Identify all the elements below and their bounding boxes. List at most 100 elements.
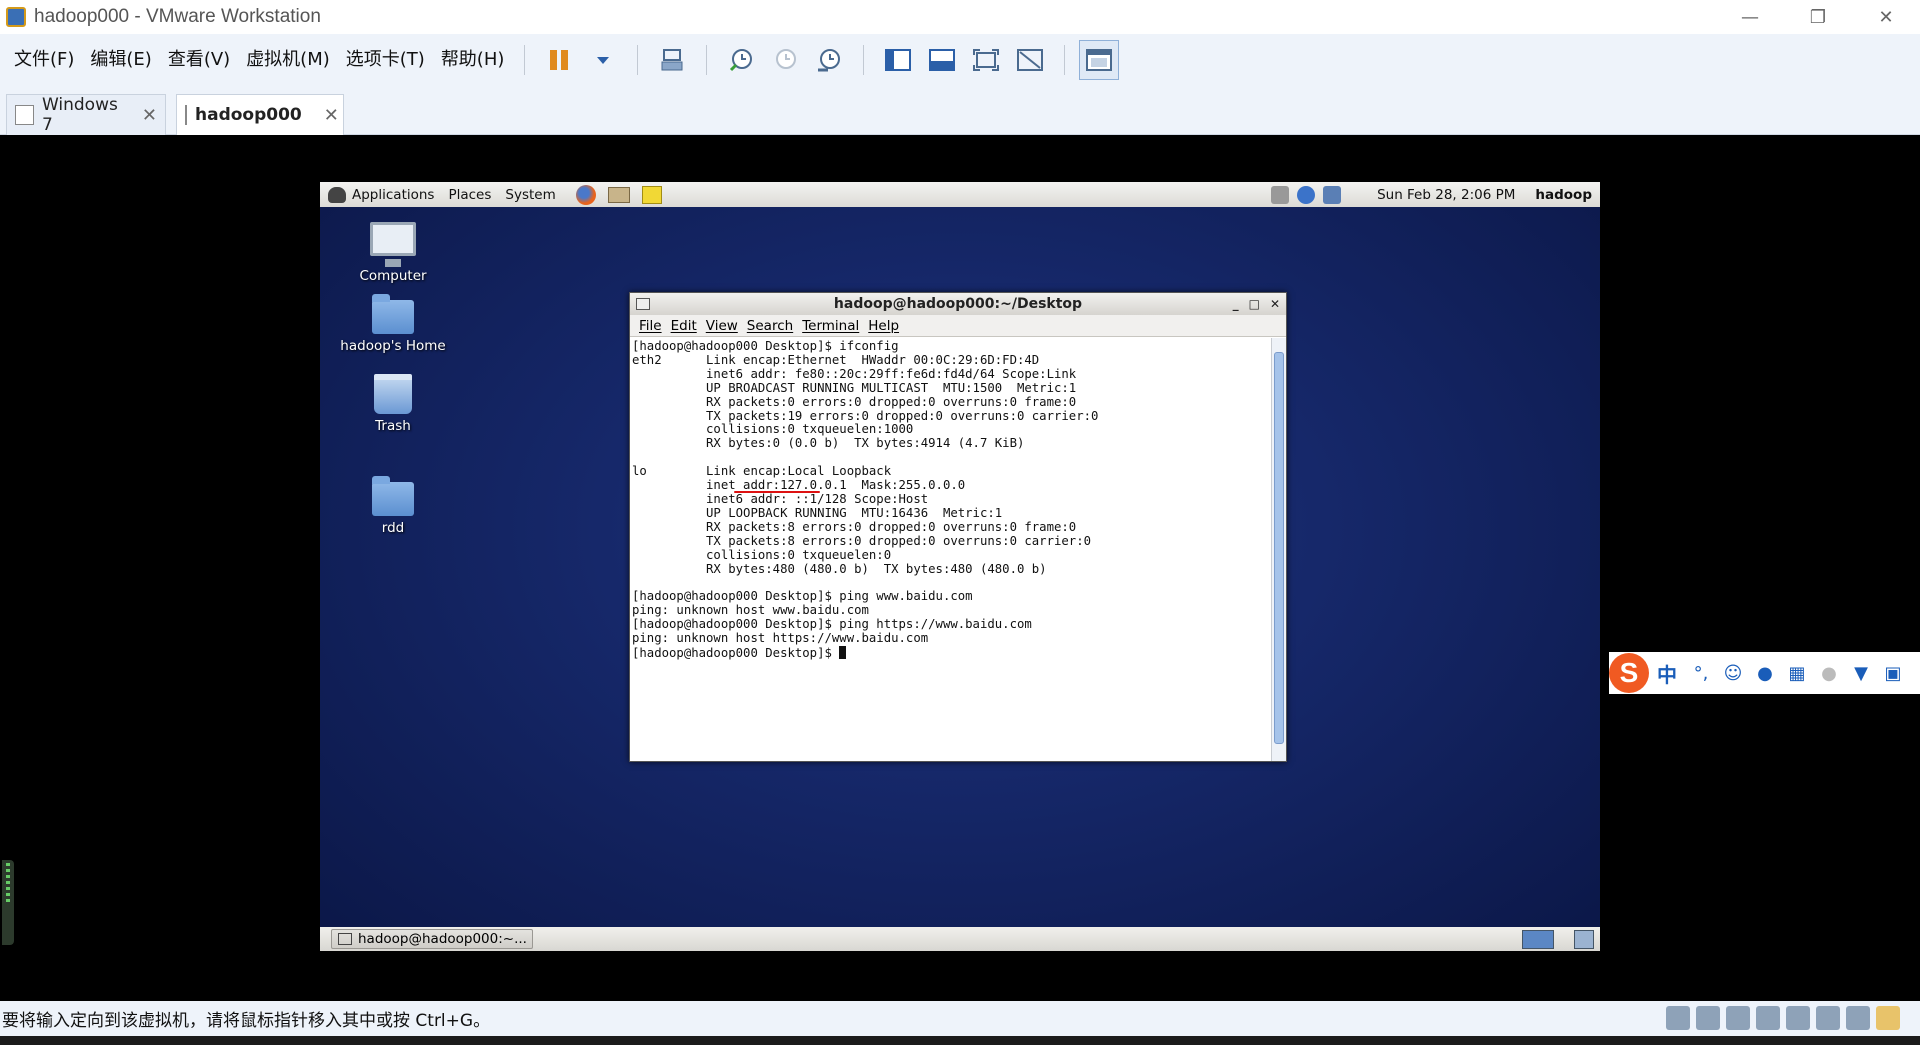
vm-icon (15, 105, 34, 125)
workspace-1-button[interactable] (1522, 930, 1554, 949)
cd-drive-icon[interactable] (1696, 1006, 1720, 1030)
terminal-menu-help[interactable]: Help (868, 318, 899, 334)
printer-icon[interactable] (1786, 1006, 1810, 1030)
usb-device-icon[interactable] (1756, 1006, 1780, 1030)
terminal-output[interactable]: [hadoop@hadoop000 Desktop]$ ifconfig eth2… (630, 338, 1270, 761)
send-ctrl-alt-del-button[interactable] (652, 40, 692, 80)
terminal-menu-search[interactable]: Search (747, 318, 793, 334)
menu-view[interactable]: 查看(V) (160, 34, 238, 86)
network-adapter-icon[interactable] (1726, 1006, 1750, 1030)
pause-button[interactable] (539, 40, 579, 80)
show-library-button[interactable] (878, 40, 918, 80)
message-log-icon[interactable] (1876, 1006, 1900, 1030)
guest-clock[interactable]: Sun Feb 28, 2:06 PM (1377, 187, 1515, 203)
terminal-title: hadoop@hadoop000:~/Desktop (833, 296, 1083, 312)
terminal-maximize-button[interactable]: □ (1249, 297, 1260, 311)
toolbar-separator (637, 45, 639, 75)
keyboard-icon[interactable]: ▦ (1785, 661, 1809, 685)
workspace-2-button[interactable] (1574, 930, 1594, 949)
guest-top-panel: Applications Places System Sun Feb 28, 2… (320, 182, 1600, 207)
terminal-line: RX packets:8 errors:0 dropped:0 overruns… (632, 519, 1077, 534)
restore-button[interactable]: ❐ (1784, 0, 1852, 34)
menu-help[interactable]: 帮助(H) (433, 34, 513, 86)
terminal-icon (338, 933, 352, 945)
guest-menu-places[interactable]: Places (448, 187, 491, 203)
terminal-line: inet6 addr: fe80::20c:29ff:fe6d:fd4d/64 … (632, 366, 1077, 381)
toolbar-separator (706, 45, 708, 75)
menu-vm[interactable]: 虚拟机(M) (238, 34, 338, 86)
terminal-menu-file[interactable]: File (639, 318, 662, 334)
user-icon[interactable]: ● (1817, 661, 1841, 685)
terminal-line: UP LOOPBACK RUNNING MTU:16436 Metric:1 (632, 505, 1003, 520)
snapshot-revert-button[interactable] (765, 40, 805, 80)
taskbar-item-terminal[interactable]: hadoop@hadoop000:~... (331, 929, 533, 949)
bluetooth-icon[interactable] (1297, 185, 1316, 204)
scrollbar-thumb[interactable] (1274, 352, 1284, 744)
terminal-window[interactable]: hadoop@hadoop000:~/Desktop _ □ ✕ File Ed… (629, 292, 1287, 762)
desktop-icon-label: Trash (375, 418, 411, 434)
guest-menu-applications[interactable]: Applications (352, 187, 434, 203)
folder-icon (372, 476, 414, 516)
menu-edit[interactable]: 编辑(E) (82, 34, 159, 86)
menu-tabs[interactable]: 选项卡(T) (338, 34, 433, 86)
desktop-icon-home[interactable]: hadoop's Home (333, 294, 453, 354)
tab-label: Windows 7 (41, 95, 118, 135)
terminal-menu-edit[interactable]: Edit (671, 318, 697, 334)
menu-file[interactable]: 文件(F) (6, 34, 82, 86)
terminal-scrollbar[interactable] (1271, 338, 1286, 761)
minimize-button[interactable]: — (1716, 0, 1784, 34)
terminal-title-bar[interactable]: hadoop@hadoop000:~/Desktop _ □ ✕ (630, 293, 1286, 315)
emoji-icon[interactable]: ☺ (1721, 661, 1745, 685)
terminal-line: eth2 Link encap:Ethernet HWaddr 00:0C:29… (632, 352, 1054, 367)
clock-snapshot-icon (730, 49, 753, 72)
desktop-icon-computer[interactable]: Computer (333, 222, 453, 284)
close-button[interactable]: ✕ (1852, 0, 1920, 34)
terminal-menu-terminal[interactable]: Terminal (802, 318, 859, 334)
guest-bottom-panel: hadoop@hadoop000:~... (320, 927, 1600, 951)
firefox-icon[interactable] (575, 184, 596, 205)
guest-desktop[interactable]: Applications Places System Sun Feb 28, 2… (320, 182, 1600, 951)
microphone-icon[interactable]: ● (1753, 661, 1777, 685)
sogou-logo-icon[interactable]: S (1609, 653, 1649, 693)
close-icon[interactable]: ✕ (324, 105, 339, 126)
toolbox-icon[interactable]: ▣ (1881, 661, 1905, 685)
notes-icon[interactable] (641, 185, 662, 204)
text-cursor (839, 645, 847, 659)
snapshot-manager-button[interactable] (809, 40, 849, 80)
guest-user-name[interactable]: hadoop (1535, 187, 1592, 203)
tab-windows7[interactable]: Windows 7 ✕ (6, 94, 166, 135)
skin-icon[interactable]: ▼ (1849, 661, 1873, 685)
terminal-close-button[interactable]: ✕ (1270, 297, 1280, 311)
mail-client-icon[interactable] (607, 186, 630, 203)
terminal-line: collisions:0 txqueuelen:0 (632, 547, 899, 562)
desktop-icon-label: hadoop's Home (340, 338, 446, 354)
thumbnail-view-button[interactable] (922, 40, 962, 80)
desktop-icon-trash[interactable]: Trash (333, 374, 453, 434)
pause-icon (550, 50, 569, 70)
power-dropdown-button[interactable] (583, 40, 623, 80)
network-icon[interactable] (1323, 185, 1342, 204)
clock-manager-icon (818, 49, 841, 72)
side-drag-handle[interactable] (2, 860, 14, 945)
terminal-menu-view[interactable]: View (706, 318, 738, 334)
terminal-line: [hadoop@hadoop000 Desktop]$ ifconfig (632, 339, 899, 353)
home-folder-icon (372, 294, 414, 334)
sound-card-icon[interactable] (1816, 1006, 1840, 1030)
status-message: 要将输入定向到该虚拟机，请将鼠标指针移入其中或按 Ctrl+G。 (2, 1011, 491, 1031)
guest-menu-system[interactable]: System (505, 187, 555, 203)
desktop-icon-rdd[interactable]: rdd (333, 476, 453, 536)
display-icon[interactable] (1846, 1006, 1870, 1030)
close-icon[interactable]: ✕ (142, 105, 157, 126)
snapshot-take-button[interactable] (721, 40, 761, 80)
hard-disk-icon[interactable] (1666, 1006, 1690, 1030)
unity-mode-button[interactable] (1010, 40, 1050, 80)
view-console-button[interactable] (1079, 40, 1120, 80)
full-screen-button[interactable] (966, 40, 1006, 80)
tab-hadoop000[interactable]: hadoop000 ✕ (176, 94, 344, 135)
ime-mode-toggle[interactable]: 中 (1657, 659, 1677, 688)
window-title: hadoop000 - VMware Workstation (34, 6, 321, 27)
volume-icon[interactable] (1271, 185, 1290, 204)
status-bar: 要将输入定向到该虚拟机，请将鼠标指针移入其中或按 Ctrl+G。 (0, 1001, 1920, 1036)
punctuation-toggle[interactable]: °, (1689, 661, 1713, 685)
terminal-minimize-button[interactable]: _ (1233, 297, 1239, 311)
